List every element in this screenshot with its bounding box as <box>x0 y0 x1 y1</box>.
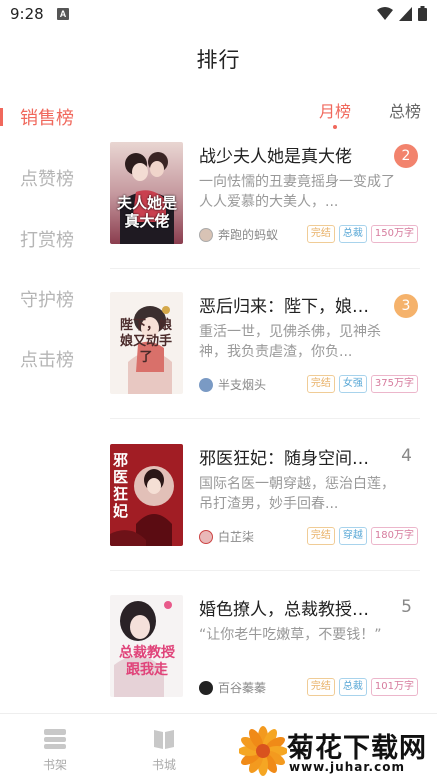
author-row: 奔跑的蚂蚁 <box>199 226 278 243</box>
author-name: 百谷蓁蓁 <box>218 681 267 695</box>
genre-tag: 女强 <box>338 375 367 393</box>
author-avatar <box>199 529 213 544</box>
book-description: 一向怯懦的丑妻竟摇身一变成了人人爱慕的大美人，... <box>199 174 395 210</box>
book-title[interactable]: 婚色撩人，总裁教授跟我... <box>199 595 379 620</box>
author-name: 半支烟头 <box>218 378 267 392</box>
book-item[interactable]: 陛下，娘娘又动手了 恶后归来：陛下，娘娘要... 3 重活一世，见佛杀佛，见神杀… <box>110 292 420 442</box>
author-row: 白芷柒 <box>199 528 254 545</box>
book-title[interactable]: 邪医狂妃：随身空间有... <box>199 444 379 469</box>
author-avatar <box>199 680 213 695</box>
wifi-icon <box>377 6 393 20</box>
book-cover[interactable]: 陛下，娘娘又动手了 <box>110 292 183 394</box>
divider <box>110 268 420 269</box>
status-tag: 完结 <box>306 527 335 545</box>
bookshelf-icon <box>44 729 66 749</box>
tab-overall[interactable]: 总榜 <box>389 98 421 122</box>
page-title: 排行 <box>196 48 241 72</box>
active-tab-dot <box>333 125 337 129</box>
book-cover[interactable]: 总裁教授跟我走 <box>110 595 183 697</box>
book-description: 国际名医一朝穿越，惩治白莲，吊打渣男，妙手回春... <box>199 476 395 512</box>
genre-tag: 总裁 <box>338 225 367 243</box>
book-title[interactable]: 战少夫人她是真大佬 <box>199 142 379 167</box>
author-row: 半支烟头 <box>199 376 266 393</box>
author-row: 百谷蓁蓁 <box>199 679 266 696</box>
book-cover[interactable]: 夫人她是真大佬 <box>110 142 183 244</box>
book-tags: 完结 穿越 180万字 <box>306 527 418 545</box>
rank-badge: 2 <box>394 144 418 168</box>
nav-bookshelf[interactable]: 书架 <box>25 728 85 773</box>
status-tag: 完结 <box>306 678 335 696</box>
word-count-tag: 375万字 <box>370 375 418 393</box>
status-bar: 9:28 A <box>0 0 437 30</box>
watermark: 菊花下载网 www.juhar.com <box>237 726 437 776</box>
author-avatar <box>199 377 213 392</box>
book-cover-title: 陛下，娘娘又动手了 <box>119 318 172 365</box>
genre-tag: 穿越 <box>338 527 367 545</box>
status-icons <box>377 6 427 21</box>
book-tags: 完结 女强 375万字 <box>306 375 418 393</box>
rank-number: 4 <box>401 446 412 466</box>
genre-tag: 总裁 <box>338 678 367 696</box>
active-category-indicator <box>0 108 3 126</box>
category-sales[interactable]: 销售榜 <box>20 104 74 130</box>
status-tag: 完结 <box>306 225 335 243</box>
flower-logo-icon <box>239 726 287 776</box>
signal-icon <box>399 6 412 21</box>
notification-icon: A <box>57 8 69 20</box>
status-tag: 完结 <box>306 375 335 393</box>
book-cover-title: 邪医狂妃 <box>113 451 129 520</box>
book-cover-title: 夫人她是真大佬 <box>116 194 177 230</box>
divider <box>110 570 420 571</box>
battery-icon <box>418 6 427 21</box>
rank-badge: 3 <box>394 294 418 318</box>
book-description: 重活一世，见佛杀佛，见神杀神，我负责虐渣，你负... <box>199 324 381 360</box>
status-time: 9:28 <box>10 5 44 23</box>
book-city-icon <box>154 730 174 749</box>
nav-bookstore[interactable]: 书城 <box>134 728 194 773</box>
book-tags: 完结 总裁 150万字 <box>306 225 418 243</box>
category-likes[interactable]: 点赞榜 <box>20 165 74 191</box>
book-item[interactable]: 邪医狂妃 邪医狂妃：随身空间有... 4 国际名医一朝穿越，惩治白莲，吊打渣男，… <box>110 444 420 594</box>
category-guardians[interactable]: 守护榜 <box>20 286 74 312</box>
watermark-url: www.juhar.com <box>289 760 405 774</box>
author-avatar <box>199 227 213 242</box>
book-tags: 完结 总裁 101万字 <box>306 678 418 696</box>
rank-number: 5 <box>401 597 412 617</box>
divider <box>110 418 420 419</box>
book-item[interactable]: 夫人她是真大佬 战少夫人她是真大佬 2 一向怯懦的丑妻竟摇身一变成了人人爱慕的大… <box>110 142 420 292</box>
book-cover-title: 总裁教授跟我走 <box>119 645 175 678</box>
word-count-tag: 150万字 <box>370 225 418 243</box>
word-count-tag: 101万字 <box>370 678 418 696</box>
author-name: 白芷柒 <box>218 530 255 544</box>
category-rewards[interactable]: 打赏榜 <box>20 226 74 252</box>
category-clicks[interactable]: 点击榜 <box>20 346 74 372</box>
book-cover[interactable]: 邪医狂妃 <box>110 444 183 546</box>
nav-bookstore-label: 书城 <box>151 758 176 772</box>
book-title[interactable]: 恶后归来：陛下，娘娘要... <box>199 292 379 317</box>
book-description: “让你老牛吃嫩草，不要钱！” <box>199 627 382 643</box>
author-name: 奔跑的蚂蚁 <box>218 228 279 242</box>
nav-bookshelf-label: 书架 <box>42 758 67 772</box>
tab-monthly[interactable]: 月榜 <box>319 98 351 122</box>
word-count-tag: 180万字 <box>370 527 418 545</box>
